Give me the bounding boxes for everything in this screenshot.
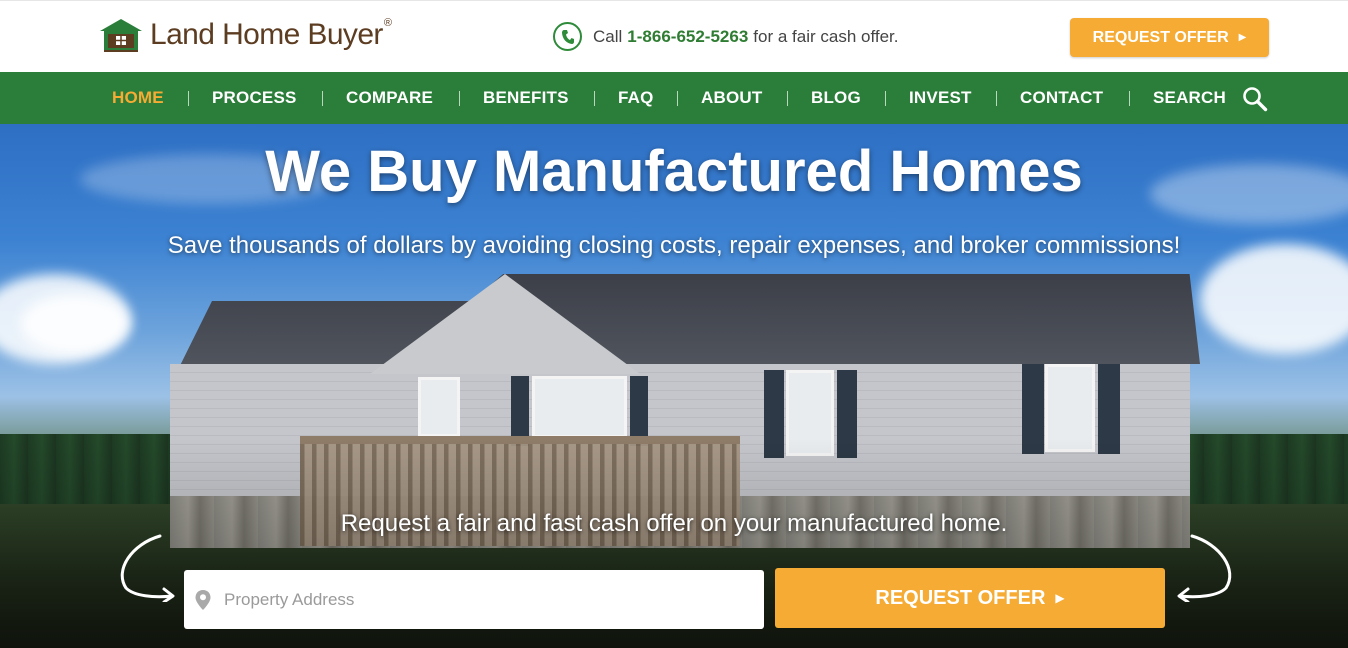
- nav-home[interactable]: HOME: [112, 88, 164, 108]
- nav-divider: [188, 91, 189, 106]
- nav-process[interactable]: PROCESS: [212, 88, 297, 108]
- phone-prefix: Call: [593, 26, 623, 46]
- nav-divider: [459, 91, 460, 106]
- main-nav: HOME PROCESS COMPARE BENEFITS FAQ ABOUT …: [0, 72, 1348, 124]
- house-logo-icon: [98, 17, 144, 53]
- nav-divider: [1129, 91, 1130, 106]
- nav-divider: [322, 91, 323, 106]
- logo-registered-mark: ®: [383, 17, 392, 29]
- nav-divider: [594, 91, 595, 106]
- top-header: Land Home Buyer ® Call 1-866-652-5263 fo…: [0, 0, 1348, 72]
- address-field-wrapper: [184, 570, 764, 629]
- phone-number-link[interactable]: 1-866-652-5263: [627, 27, 748, 47]
- hero-title: We Buy Manufactured Homes: [265, 139, 1083, 204]
- hero-subtitle: Save thousands of dollars by avoiding cl…: [167, 232, 1181, 259]
- phone-suffix: for a fair cash offer.: [753, 26, 899, 46]
- request-offer-hero-label: REQUEST OFFER: [875, 586, 1046, 609]
- map-pin-icon: [194, 589, 212, 611]
- curved-arrow-icon: [1170, 532, 1240, 604]
- property-address-input[interactable]: [224, 589, 724, 610]
- nav-divider: [677, 91, 678, 106]
- nav-contact[interactable]: CONTACT: [1020, 88, 1103, 108]
- nav-invest[interactable]: INVEST: [909, 88, 972, 108]
- nav-about[interactable]: ABOUT: [701, 88, 762, 108]
- nav-faq[interactable]: FAQ: [618, 88, 654, 108]
- nav-benefits[interactable]: BENEFITS: [483, 88, 569, 108]
- hero-section: We Buy Manufactured Homes Save thousands…: [0, 124, 1348, 648]
- search-icon[interactable]: [1242, 86, 1268, 112]
- nav-divider: [885, 91, 886, 106]
- caret-right-icon: ▶: [1238, 32, 1247, 43]
- request-offer-hero-button[interactable]: REQUEST OFFER ▶: [775, 568, 1165, 628]
- request-offer-header-button[interactable]: REQUEST OFFER ▶: [1070, 18, 1269, 57]
- caret-right-icon: ▶: [1055, 591, 1065, 605]
- nav-blog[interactable]: BLOG: [811, 88, 861, 108]
- phone-icon: [553, 22, 582, 51]
- nav-divider: [996, 91, 997, 106]
- logo-text: Land Home Buyer: [150, 18, 383, 51]
- request-offer-header-label: REQUEST OFFER: [1092, 28, 1229, 46]
- phone-callout: Call 1-866-652-5263 for a fair cash offe…: [553, 22, 899, 51]
- site-logo[interactable]: Land Home Buyer ®: [98, 15, 392, 55]
- curved-arrow-icon: [112, 532, 182, 604]
- hero-cta-text: Request a fair and fast cash offer on yo…: [340, 510, 1008, 537]
- nav-compare[interactable]: COMPARE: [346, 88, 433, 108]
- nav-search[interactable]: SEARCH: [1153, 88, 1226, 108]
- nav-divider: [787, 91, 788, 106]
